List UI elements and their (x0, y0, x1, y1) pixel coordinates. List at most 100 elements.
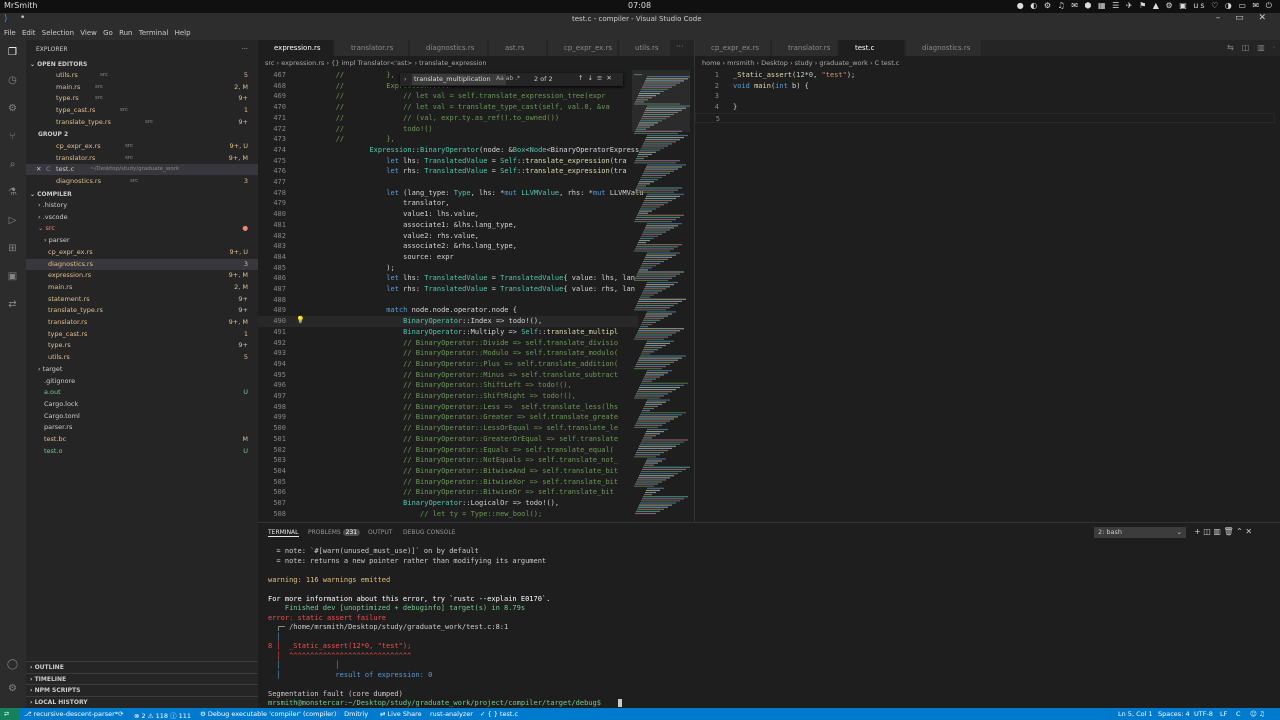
file-tree-item[interactable]: test.o U (26, 446, 258, 457)
window-controls[interactable]: – ▭ ✕ (1216, 13, 1272, 23)
tab-diagnostics-rs-2[interactable]: diagnostics.rs (906, 40, 982, 56)
system-tray[interactable]: ● ◐ ⚙ ♫ ✉ ⬢ ▦ ☰ ✈ ⚑ ▲ ⚙ ▣ us ♡ ◑ ▭ ✉ ⏻ (1017, 1, 1274, 11)
menu-help[interactable]: Help (175, 29, 191, 37)
lightbulb-icon[interactable]: 💡 (296, 316, 305, 324)
open-editors-header[interactable]: ⌄ OPEN EDITORS (30, 59, 87, 70)
sync-icon[interactable]: ⟳ (118, 710, 123, 718)
sidebar-section-header[interactable]: › NPM SCRIPTS (26, 684, 258, 695)
tab-cp-expr-ex-rs-2[interactable]: cp_expr_ex.rs (695, 40, 771, 56)
tab-translator-rs[interactable]: translator.rs (335, 40, 409, 56)
remote-indicator-icon[interactable]: ⮂ (0, 708, 20, 720)
file-tree-item[interactable]: › parser (26, 235, 258, 246)
panel-tab-output[interactable]: OUTPUT (368, 529, 392, 536)
run-debug-icon[interactable]: ▷ (6, 214, 19, 227)
group2-item[interactable]: translator.rs src 9+, M (26, 153, 258, 164)
panel-tab-problems[interactable]: PROBLEMS 231 (308, 529, 361, 536)
file-tree-item[interactable]: parser.rs (26, 422, 258, 433)
debug-launch[interactable]: ⚙ Debug executable 'compiler' (compiler) (200, 710, 336, 718)
close-editor-icon[interactable]: ✕ (36, 164, 41, 175)
terminal-output[interactable]: = note: `#[warn(unused_must_use)]` on by… (268, 547, 622, 709)
menu-run[interactable]: Run (119, 29, 132, 37)
file-tree-item[interactable]: statement.rs 9+ (26, 294, 258, 305)
end-of-line[interactable]: LF (1220, 710, 1227, 718)
file-tree-item[interactable]: Cargo.toml (26, 411, 258, 422)
terminal-action-icons[interactable]: + ◫ ▥ 🗑 ⌃ ✕ (1194, 527, 1252, 536)
file-tree-item[interactable]: › .history (26, 200, 258, 211)
panel-tab-debug-console[interactable]: DEBUG CONSOLE (403, 529, 456, 536)
explorer-icon[interactable]: ❐ (6, 46, 19, 59)
open-editor-item[interactable]: main.rs src 2, M (26, 82, 258, 93)
file-tree-item[interactable]: › .vscode (26, 212, 258, 223)
liveshare-user[interactable]: 👤 Dmitriy (334, 710, 368, 718)
editor-more-actions-icon[interactable]: ··· (676, 42, 684, 51)
menu-selection[interactable]: Selection (42, 29, 74, 37)
file-tree-item[interactable]: .gitignore (26, 376, 258, 387)
file-tree-item[interactable]: main.rs 2, M (26, 282, 258, 293)
language-mode[interactable]: C (1236, 710, 1241, 718)
tab-cp-expr-ex-rs[interactable]: cp_expr_ex.rs (548, 40, 618, 56)
group2-item[interactable]: diagnostics.rs src 3 (26, 176, 258, 187)
file-tree-item[interactable]: ⌄ src ● (26, 223, 258, 234)
find-toggle-icon[interactable]: › (404, 75, 407, 83)
file-status[interactable]: ✓ { } test.c (480, 710, 518, 718)
problems-status[interactable]: ⊗ 2 ⚠ 118 ⓘ 111 (134, 710, 191, 720)
file-tree-item[interactable]: › target (26, 364, 258, 375)
file-tree-item[interactable]: translate_type.rs 9+ (26, 305, 258, 316)
panel-tab-terminal[interactable]: TERMINAL (268, 529, 299, 537)
file-tree-item[interactable]: translator.rs 9+, M (26, 317, 258, 328)
menu-file[interactable]: File (4, 29, 16, 37)
timeline-icon[interactable]: ◷ (6, 74, 19, 87)
git-branch[interactable]: ⎇ recursive-descent-parser* (24, 710, 118, 718)
system-clock[interactable]: 07:08 (628, 1, 651, 10)
breadcrumb-2[interactable]: home › mrsmith › Desktop › study › gradu… (695, 57, 1280, 69)
open-editor-item[interactable]: translate_type.rs src 9+ (26, 117, 258, 128)
editor2-actions-icons[interactable]: ⇆◫▥··· (1227, 43, 1280, 52)
minimap-viewport[interactable] (632, 70, 690, 132)
live-share-icon[interactable]: ⇄ (6, 298, 19, 311)
file-tree-item[interactable]: utils.rs 5 (26, 352, 258, 363)
find-nav-icons[interactable]: ↑↓≡✕ (578, 74, 616, 82)
tab-expression-rs[interactable]: expression.rs (258, 40, 334, 56)
rust-analyzer-status[interactable]: rust-analyzer (430, 710, 473, 718)
menu-edit[interactable]: Edit (22, 29, 36, 37)
file-tree-item[interactable]: Cargo.lock (26, 399, 258, 410)
indentation[interactable]: Spaces: 4 (1158, 710, 1190, 718)
breadcrumb[interactable]: src › expression.rs › {} impl Translator… (258, 57, 694, 69)
account-icon[interactable]: ◯ (6, 658, 19, 671)
file-tree-item[interactable]: expression.rs 9+, M (26, 270, 258, 281)
tab-test-c[interactable]: test.c (839, 40, 905, 56)
find-input[interactable]: translate_multiplication (412, 74, 506, 85)
extensions-icon[interactable]: ⊞ (6, 242, 19, 255)
file-tree-item[interactable]: test.bc M (26, 434, 258, 445)
find-options[interactable]: Aa ab .* (496, 75, 520, 82)
cursor-position[interactable]: Ln 5, Col 1 (1118, 710, 1153, 718)
live-share[interactable]: ⇄ Live Share (380, 710, 422, 718)
file-tree-item[interactable]: diagnostics.rs 3 (26, 258, 258, 270)
explorer-more-icon[interactable]: ··· (242, 44, 248, 55)
tab-ast-rs[interactable]: ast.rs (489, 40, 547, 56)
sidebar-section-header[interactable]: › TIMELINE (26, 672, 258, 684)
open-editor-item[interactable]: type_cast.rs src 1 (26, 105, 258, 116)
file-tree-item[interactable]: type_cast.rs 1 (26, 329, 258, 340)
menu-view[interactable]: View (80, 29, 97, 37)
file-tree-item[interactable]: cp_expr_ex.rs 9+, U (26, 247, 258, 258)
compiler-folder-header[interactable]: ⌄ COMPILER (30, 189, 72, 200)
remote-explorer-icon[interactable]: ▣ (6, 270, 19, 283)
menu-terminal[interactable]: Terminal (139, 29, 169, 37)
search-icon[interactable]: ⌕ (6, 158, 19, 171)
extensions-badge-icon[interactable]: ⚙ (6, 102, 19, 115)
sidebar-section-header[interactable]: › OUTLINE (26, 661, 258, 672)
open-editor-item[interactable]: utils.rs src 5 (26, 70, 258, 81)
menu-go[interactable]: Go (103, 29, 113, 37)
terminal-select[interactable]: 2: bash ⌄ (1094, 527, 1186, 538)
encoding[interactable]: UTF-8 (1194, 710, 1213, 718)
file-tree-item[interactable]: type.rs 9+ (26, 340, 258, 351)
file-tree-item[interactable]: a.out U (26, 387, 258, 398)
group2-item[interactable]: ✕ Ctest.c ~/Desktop/study/graduate_work (26, 164, 258, 176)
open-editor-item[interactable]: type.rs src 9+ (26, 93, 258, 104)
tab-diagnostics-rs[interactable]: diagnostics.rs (410, 40, 488, 56)
settings-gear-icon[interactable]: ⚙ (6, 682, 19, 695)
flask-icon[interactable]: ⚗ (6, 186, 19, 199)
source-control-icon[interactable]: ⑂ (6, 130, 19, 143)
minimap[interactable] (632, 70, 690, 520)
